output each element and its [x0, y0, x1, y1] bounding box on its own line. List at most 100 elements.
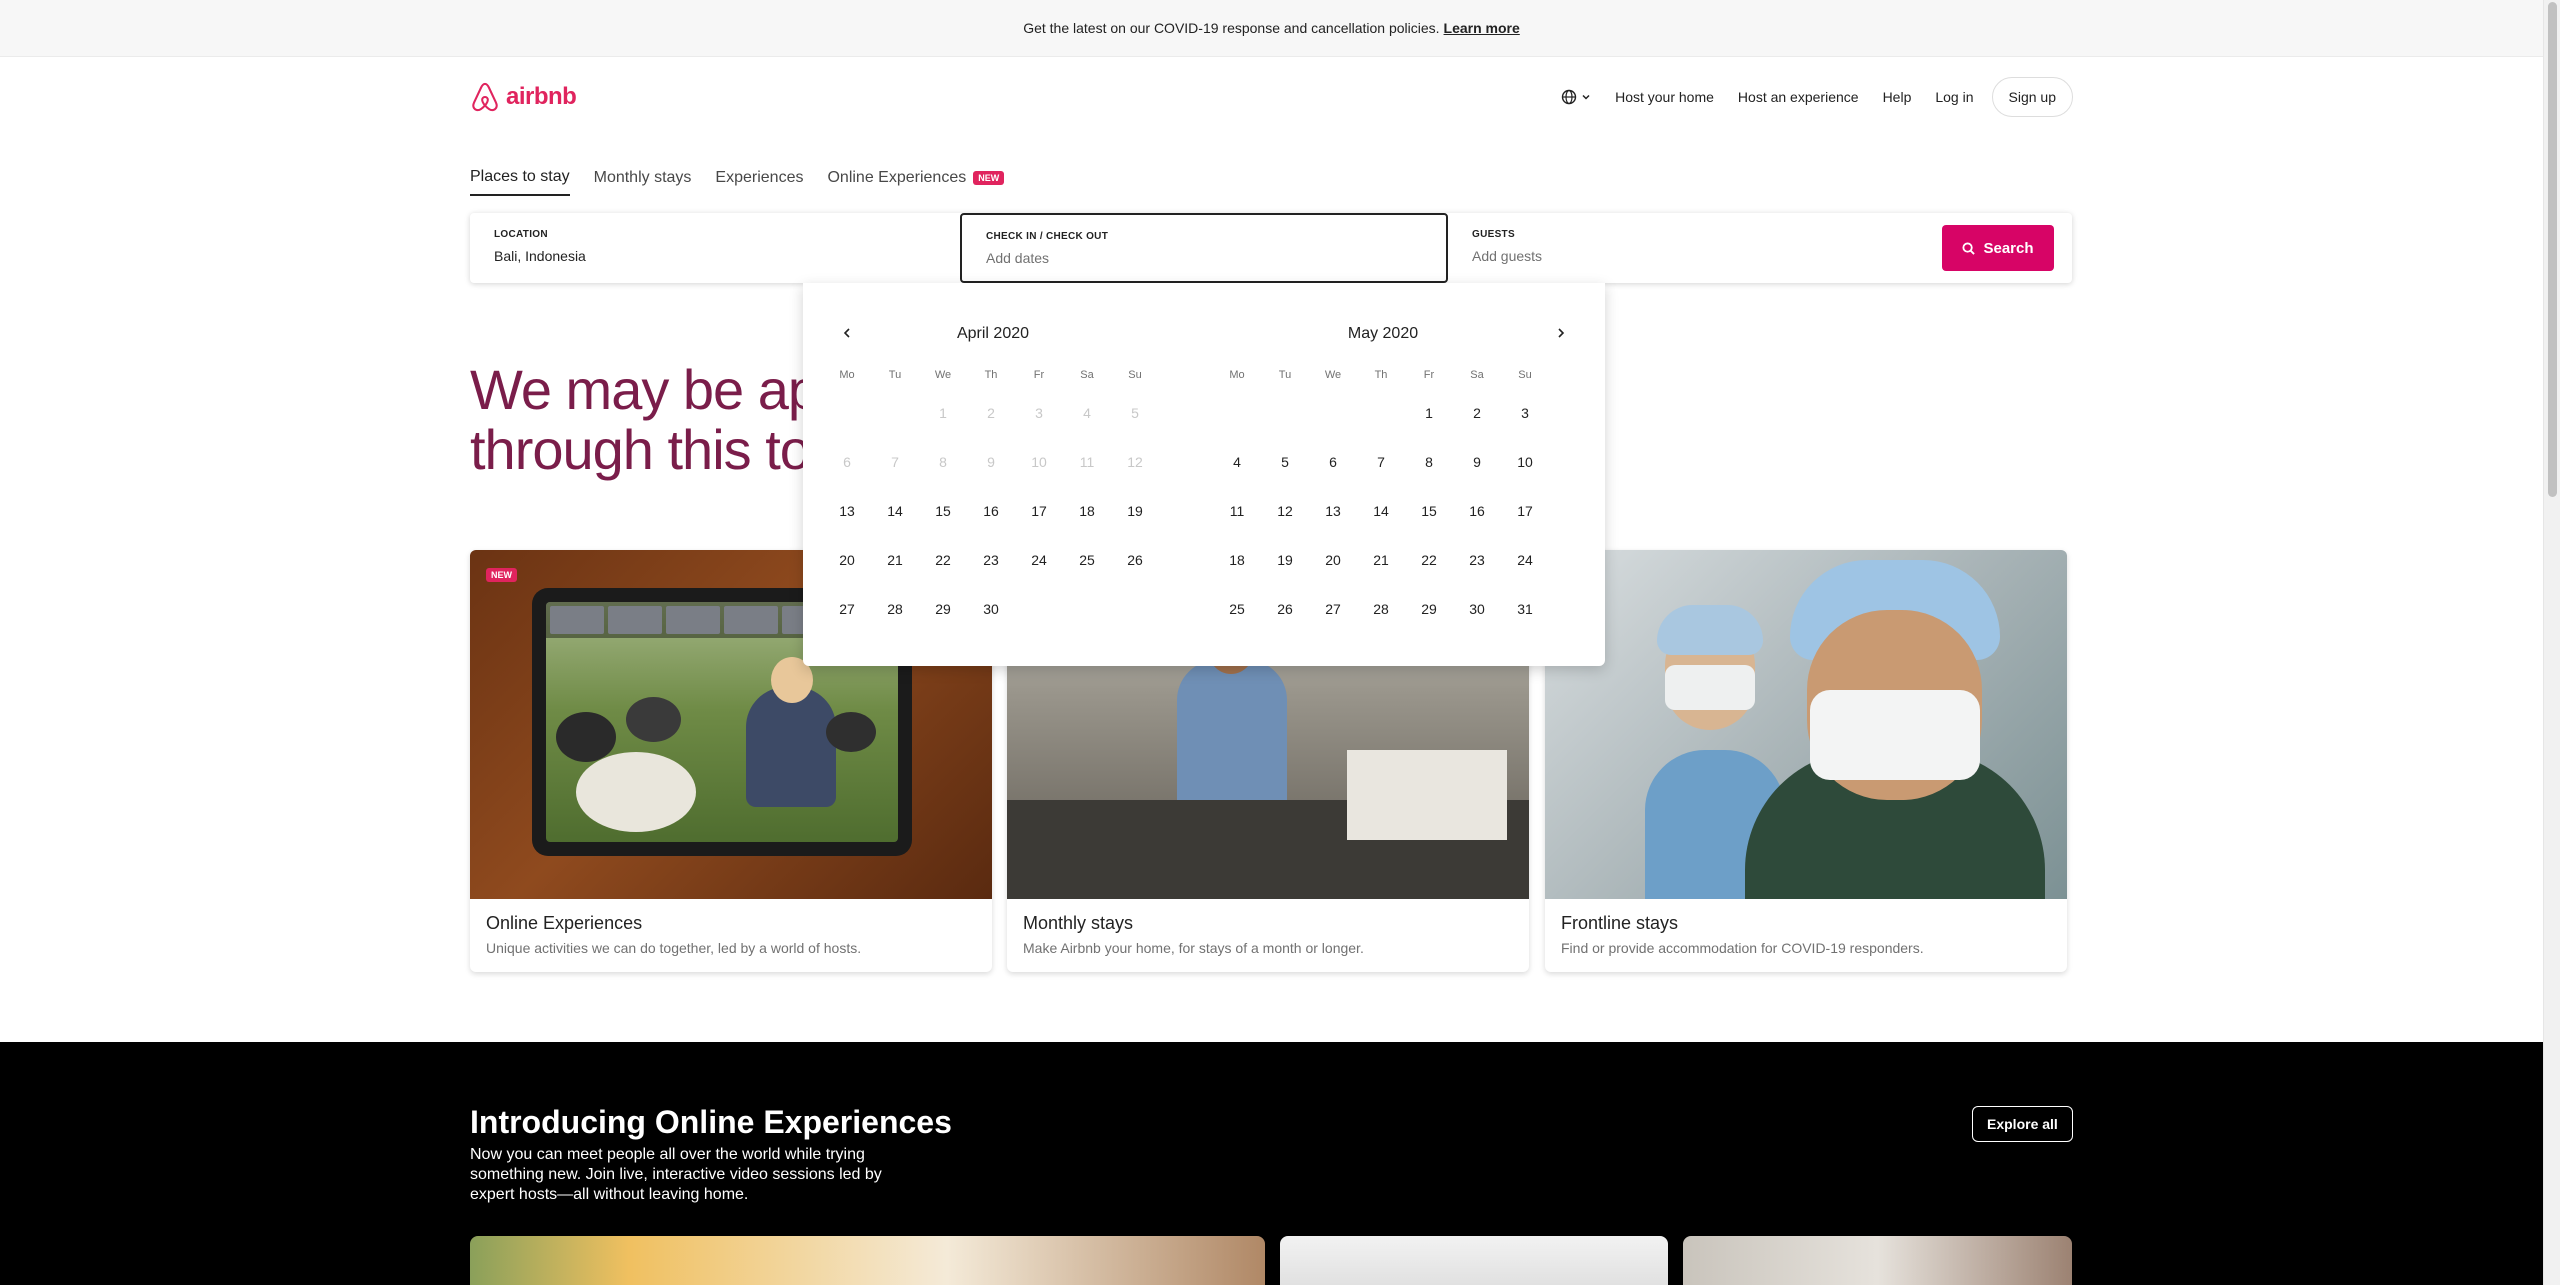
help-link[interactable]: Help: [1871, 79, 1924, 115]
calendar-day[interactable]: 12: [1261, 487, 1309, 536]
experience-thumbnail[interactable]: [1280, 1236, 1668, 1285]
experience-thumbnail[interactable]: [1683, 1236, 2072, 1285]
calendar-day[interactable]: 28: [871, 585, 919, 634]
calendar-day[interactable]: 11: [1213, 487, 1261, 536]
frontline-stays-image: [1545, 550, 2067, 899]
card-frontline-stays[interactable]: Frontline stays Find or provide accommod…: [1545, 550, 2067, 972]
guests-field[interactable]: GUESTS Add guests: [1448, 213, 1938, 283]
weekday: We: [1324, 369, 1342, 381]
tab-experiences[interactable]: Experiences: [715, 168, 803, 196]
calendar-day: 8: [939, 454, 947, 470]
calendar-day[interactable]: 15: [919, 487, 967, 536]
dates-field[interactable]: CHECK IN / CHECK OUT Add dates: [960, 213, 1448, 283]
calendar-day[interactable]: 28: [1357, 585, 1405, 634]
month-title: April 2020: [956, 325, 1030, 342]
weekday: Su: [1128, 369, 1142, 381]
host-home-link[interactable]: Host your home: [1603, 79, 1726, 115]
calendar-day[interactable]: 4: [1213, 438, 1261, 487]
calendar-day[interactable]: 24: [1015, 536, 1063, 585]
calendar-day[interactable]: 23: [1453, 536, 1501, 585]
tab-label: Places to stay: [470, 168, 570, 185]
calendar-day[interactable]: 31: [1501, 585, 1549, 634]
empty-cell: [1213, 389, 1261, 438]
host-experience-link[interactable]: Host an experience: [1726, 79, 1871, 115]
calendar-day[interactable]: 7: [1357, 438, 1405, 487]
calendar-day[interactable]: 14: [1357, 487, 1405, 536]
calendar-day[interactable]: 23: [967, 536, 1015, 585]
dates-placeholder: Add dates: [986, 250, 1050, 266]
calendar-day[interactable]: 29: [1405, 585, 1453, 634]
tab-places-to-stay[interactable]: Places to stay: [470, 168, 570, 196]
calendar-day[interactable]: 20: [823, 536, 871, 585]
calendar-day[interactable]: 21: [1357, 536, 1405, 585]
calendar-day[interactable]: 22: [1405, 536, 1453, 585]
card-title: Online Experiences: [486, 913, 643, 933]
next-month-button[interactable]: [1555, 323, 1567, 344]
calendar-day[interactable]: 19: [1261, 536, 1309, 585]
calendar-day[interactable]: 16: [967, 487, 1015, 536]
calendar-day[interactable]: 3: [1501, 389, 1549, 438]
login-link[interactable]: Log in: [1923, 79, 1985, 115]
section-title: Introducing Online Experiences: [470, 1104, 952, 1140]
calendar-day[interactable]: 30: [967, 585, 1015, 634]
explore-all-button[interactable]: Explore all: [1972, 1106, 2073, 1142]
calendar-day[interactable]: 26: [1261, 585, 1309, 634]
card-subtitle: Find or provide accommodation for COVID-…: [1561, 940, 1924, 956]
calendar-day[interactable]: 22: [919, 536, 967, 585]
tab-online-experiences[interactable]: Online Experiences NEW: [827, 168, 1005, 196]
chevron-right-icon: [1558, 328, 1565, 338]
calendar-day[interactable]: 8: [1405, 438, 1453, 487]
calendar-day[interactable]: 19: [1111, 487, 1159, 536]
calendar-day[interactable]: 15: [1405, 487, 1453, 536]
calendar-day: 10: [1031, 454, 1047, 470]
calendar-day[interactable]: 13: [823, 487, 871, 536]
guests-label: GUESTS: [1472, 229, 1515, 240]
location-field[interactable]: LOCATION Bali, Indonesia: [470, 213, 958, 283]
calendar-day[interactable]: 17: [1015, 487, 1063, 536]
calendar-day[interactable]: 16: [1453, 487, 1501, 536]
calendar-day[interactable]: 6: [1309, 438, 1357, 487]
calendar-day[interactable]: 27: [823, 585, 871, 634]
language-selector[interactable]: [1549, 79, 1603, 115]
signup-button[interactable]: Sign up: [1991, 77, 2073, 117]
calendar-day[interactable]: 26: [1111, 536, 1159, 585]
online-experiences-section: Introducing Online Experiences Now you c…: [0, 1042, 2543, 1285]
calendar-day[interactable]: 10: [1501, 438, 1549, 487]
calendar-day[interactable]: 2: [1453, 389, 1501, 438]
calendar-day[interactable]: 24: [1501, 536, 1549, 585]
card-title: Monthly stays: [1023, 913, 1134, 933]
calendar-day[interactable]: 13: [1309, 487, 1357, 536]
banner-text: Get the latest on our COVID-19 response …: [1023, 20, 1440, 36]
scrollbar-thumb[interactable]: [2548, 2, 2557, 497]
calendar-day[interactable]: 25: [1213, 585, 1261, 634]
calendar-day[interactable]: 14: [871, 487, 919, 536]
month-april: April 2020 Mo Tu We Th Fr Sa Su 12345678…: [823, 325, 1163, 634]
calendar-day: 5: [1131, 405, 1139, 421]
learn-more-link[interactable]: Learn more: [1444, 20, 1520, 36]
search-button[interactable]: Search: [1942, 225, 2054, 271]
calendar-day[interactable]: 18: [1063, 487, 1111, 536]
experience-thumbnail[interactable]: [470, 1236, 1265, 1285]
calendar-day: 9: [987, 454, 995, 470]
month-may: May 2020 Mo Tu We Th Fr Sa Su 1234567891…: [1213, 325, 1553, 634]
weekday: Sa: [1470, 369, 1484, 381]
calendar-day[interactable]: 29: [919, 585, 967, 634]
calendar-day[interactable]: 21: [871, 536, 919, 585]
airbnb-logo[interactable]: airbnb: [470, 81, 577, 113]
tab-monthly-stays[interactable]: Monthly stays: [594, 168, 692, 196]
calendar-day[interactable]: 18: [1213, 536, 1261, 585]
calendar-day[interactable]: 25: [1063, 536, 1111, 585]
calendar-day: 3: [1035, 405, 1043, 421]
calendar-day[interactable]: 17: [1501, 487, 1549, 536]
calendar-day[interactable]: 5: [1261, 438, 1309, 487]
weekday: Fr: [1423, 369, 1435, 381]
weekday-header: Mo Tu We Th Fr Sa Su: [823, 369, 1163, 381]
calendar-day[interactable]: 1: [1405, 389, 1453, 438]
calendar-day[interactable]: 9: [1453, 438, 1501, 487]
calendar-day[interactable]: 30: [1453, 585, 1501, 634]
calendar-day[interactable]: 27: [1309, 585, 1357, 634]
top-nav: Host your home Host an experience Help L…: [1549, 77, 2073, 117]
calendar-day[interactable]: 20: [1309, 536, 1357, 585]
page-scrollbar[interactable]: [2543, 0, 2560, 1285]
tab-label: Monthly stays: [593, 169, 692, 186]
